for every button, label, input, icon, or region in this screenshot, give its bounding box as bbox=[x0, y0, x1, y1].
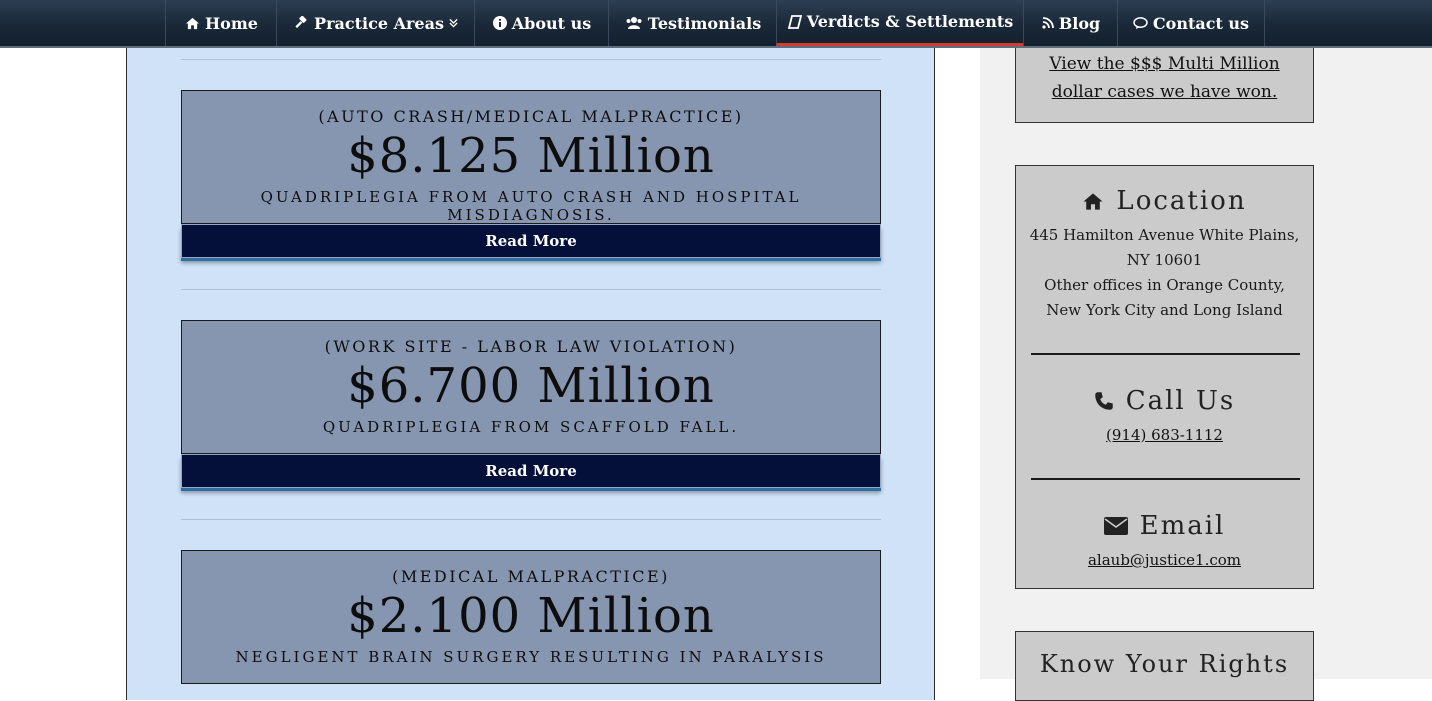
office-address: 445 Hamilton Avenue White Plains, NY 106… bbox=[1029, 226, 1300, 269]
verdict-category: (WORK SITE - LABOR LAW VIOLATION) bbox=[324, 337, 738, 356]
location-heading: Location bbox=[1016, 186, 1313, 216]
other-offices: Other offices in Orange County, New York… bbox=[1044, 276, 1285, 319]
phone-link[interactable]: (914) 683-1112 bbox=[1016, 426, 1313, 444]
nav-inner: Home Practice Areas About us Testimonial… bbox=[127, 0, 1265, 46]
nav-verdicts-settlements[interactable]: Verdicts & Settlements bbox=[776, 0, 1024, 46]
divider bbox=[181, 519, 881, 520]
verdict-card: (WORK SITE - LABOR LAW VIOLATION) $6.700… bbox=[181, 320, 881, 454]
email-link[interactable]: alaub@justice1.com bbox=[1016, 551, 1313, 569]
verdict-amount: $8.125 Million bbox=[347, 128, 715, 184]
nav-blog[interactable]: Blog bbox=[1023, 0, 1118, 46]
divider bbox=[181, 59, 881, 60]
read-more-button[interactable]: Read More bbox=[181, 454, 881, 488]
gavel-icon bbox=[294, 15, 309, 31]
nav-home-label: Home bbox=[205, 13, 258, 33]
nav-testimonials[interactable]: Testimonials bbox=[608, 0, 777, 46]
verdict-category: (AUTO CRASH/MEDICAL MALPRACTICE) bbox=[318, 107, 744, 126]
verdicts-link-box: View the $$$ Multi Million dollar cases … bbox=[1015, 35, 1314, 123]
verdicts-list: (AUTO CRASH/MEDICAL MALPRACTICE) $8.125 … bbox=[126, 0, 935, 700]
know-your-rights-heading: Know Your Rights bbox=[1039, 650, 1290, 678]
book-icon bbox=[787, 14, 802, 29]
multi-million-cases-link[interactable]: View the $$$ Multi Million dollar cases … bbox=[1036, 50, 1293, 106]
verdict-description: NEGLIGENT BRAIN SURGERY RESULTING IN PAR… bbox=[235, 648, 827, 666]
verdict-description: QUADRIPLEGIA FROM AUTO CRASH AND HOSPITA… bbox=[260, 188, 802, 224]
nav-practice-areas[interactable]: Practice Areas bbox=[276, 0, 475, 46]
info-icon bbox=[492, 16, 507, 30]
know-your-rights-box: Know Your Rights bbox=[1015, 631, 1314, 701]
verdict-description: QUADRIPLEGIA FROM SCAFFOLD FALL. bbox=[322, 418, 740, 436]
contact-info-box: Location 445 Hamilton Avenue White Plain… bbox=[1015, 165, 1314, 589]
nav-home[interactable]: Home bbox=[165, 0, 277, 46]
main-navigation: Home Practice Areas About us Testimonial… bbox=[0, 0, 1432, 48]
divider bbox=[1031, 353, 1300, 355]
location-heading-text: Location bbox=[1116, 186, 1247, 216]
call-us-heading: Call Us bbox=[1016, 386, 1313, 416]
nav-blog-label: Blog bbox=[1058, 13, 1101, 33]
nav-contact-us-label: Contact us bbox=[1152, 13, 1250, 33]
users-icon bbox=[625, 16, 643, 30]
nav-about-us[interactable]: About us bbox=[474, 0, 609, 46]
nav-testimonials-label: Testimonials bbox=[647, 13, 762, 33]
envelope-icon bbox=[1103, 517, 1128, 535]
chevron-double-down-icon bbox=[449, 18, 458, 28]
email-heading-text: Email bbox=[1139, 511, 1226, 541]
verdict-amount: $6.700 Million bbox=[347, 358, 715, 414]
sidebar: View the $$$ Multi Million dollar cases … bbox=[980, 0, 1432, 701]
divider bbox=[1031, 478, 1300, 480]
verdict-amount: $2.100 Million bbox=[347, 588, 715, 644]
read-more-button[interactable]: Read More bbox=[181, 224, 881, 258]
comments-icon bbox=[1133, 16, 1148, 30]
phone-icon bbox=[1094, 391, 1114, 411]
verdict-category: (MEDICAL MALPRACTICE) bbox=[392, 567, 670, 586]
email-heading: Email bbox=[1016, 511, 1313, 541]
call-us-heading-text: Call Us bbox=[1125, 386, 1236, 416]
nav-verdicts-settlements-label: Verdicts & Settlements bbox=[806, 12, 1014, 31]
verdict-card: (AUTO CRASH/MEDICAL MALPRACTICE) $8.125 … bbox=[181, 90, 881, 224]
verdict-card: (MEDICAL MALPRACTICE) $2.100 Million NEG… bbox=[181, 550, 881, 684]
nav-practice-areas-label: Practice Areas bbox=[314, 13, 444, 33]
home-icon bbox=[185, 17, 200, 30]
nav-about-us-label: About us bbox=[511, 13, 592, 33]
nav-contact-us[interactable]: Contact us bbox=[1117, 0, 1265, 46]
divider bbox=[181, 289, 881, 290]
rss-icon bbox=[1042, 17, 1054, 29]
home-icon bbox=[1082, 192, 1104, 211]
